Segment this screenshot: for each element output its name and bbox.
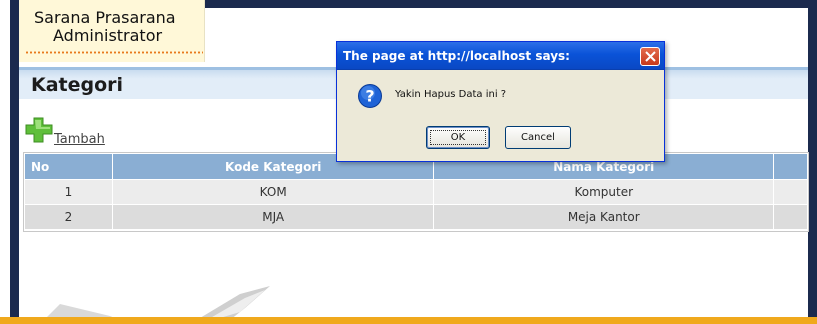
plus-icon	[25, 117, 53, 143]
dotted-divider	[25, 51, 203, 54]
close-icon	[645, 51, 656, 62]
page-title: Kategori	[31, 74, 124, 96]
add-category-label: Tambah	[54, 132, 105, 147]
table-row: 2 MJA Meja Kantor	[24, 204, 808, 230]
add-category-link[interactable]: Tambah	[24, 114, 144, 148]
cell-kode: KOM	[111, 179, 435, 205]
cell-action	[773, 179, 808, 205]
cell-no: 1	[24, 179, 113, 205]
cell-nama: Meja Kantor	[433, 204, 775, 230]
ok-button-label: OK	[450, 132, 466, 143]
svg-text:?: ?	[365, 87, 374, 106]
app-title-line2: Administrator	[53, 26, 163, 45]
app-title-line1: Sarana Prasarana	[34, 8, 176, 27]
cell-no: 2	[24, 204, 113, 230]
left-frame	[10, 0, 19, 324]
dialog-message: Yakin Hapus Data ini ?	[395, 89, 507, 100]
cell-nama: Komputer	[433, 179, 775, 205]
question-icon: ?	[358, 84, 382, 108]
dialog-titlebar[interactable]: The page at http://localhost says:	[337, 42, 664, 70]
bottom-band	[0, 317, 817, 324]
cancel-button[interactable]: Cancel	[505, 126, 571, 149]
category-table: No Kode Kategori Nama Kategori 1 KOM Kom…	[24, 153, 808, 230]
table-row: 1 KOM Komputer	[24, 179, 808, 205]
cell-action	[773, 204, 808, 230]
column-header-no: No	[24, 153, 113, 180]
confirm-dialog: The page at http://localhost says: ? Yak…	[336, 41, 665, 162]
app-title-card: Sarana Prasarana Administrator	[19, 0, 205, 62]
top-banner	[205, 0, 817, 8]
cell-kode: MJA	[111, 204, 435, 230]
dialog-title: The page at http://localhost says:	[343, 49, 570, 63]
right-frame	[808, 0, 817, 324]
column-header-action	[773, 153, 808, 180]
ok-button[interactable]: OK	[426, 126, 490, 149]
dialog-close-button[interactable]	[640, 47, 660, 66]
cancel-button-label: Cancel	[521, 132, 555, 143]
admin-page: Sarana Prasarana Administrator Kategori …	[0, 0, 817, 324]
